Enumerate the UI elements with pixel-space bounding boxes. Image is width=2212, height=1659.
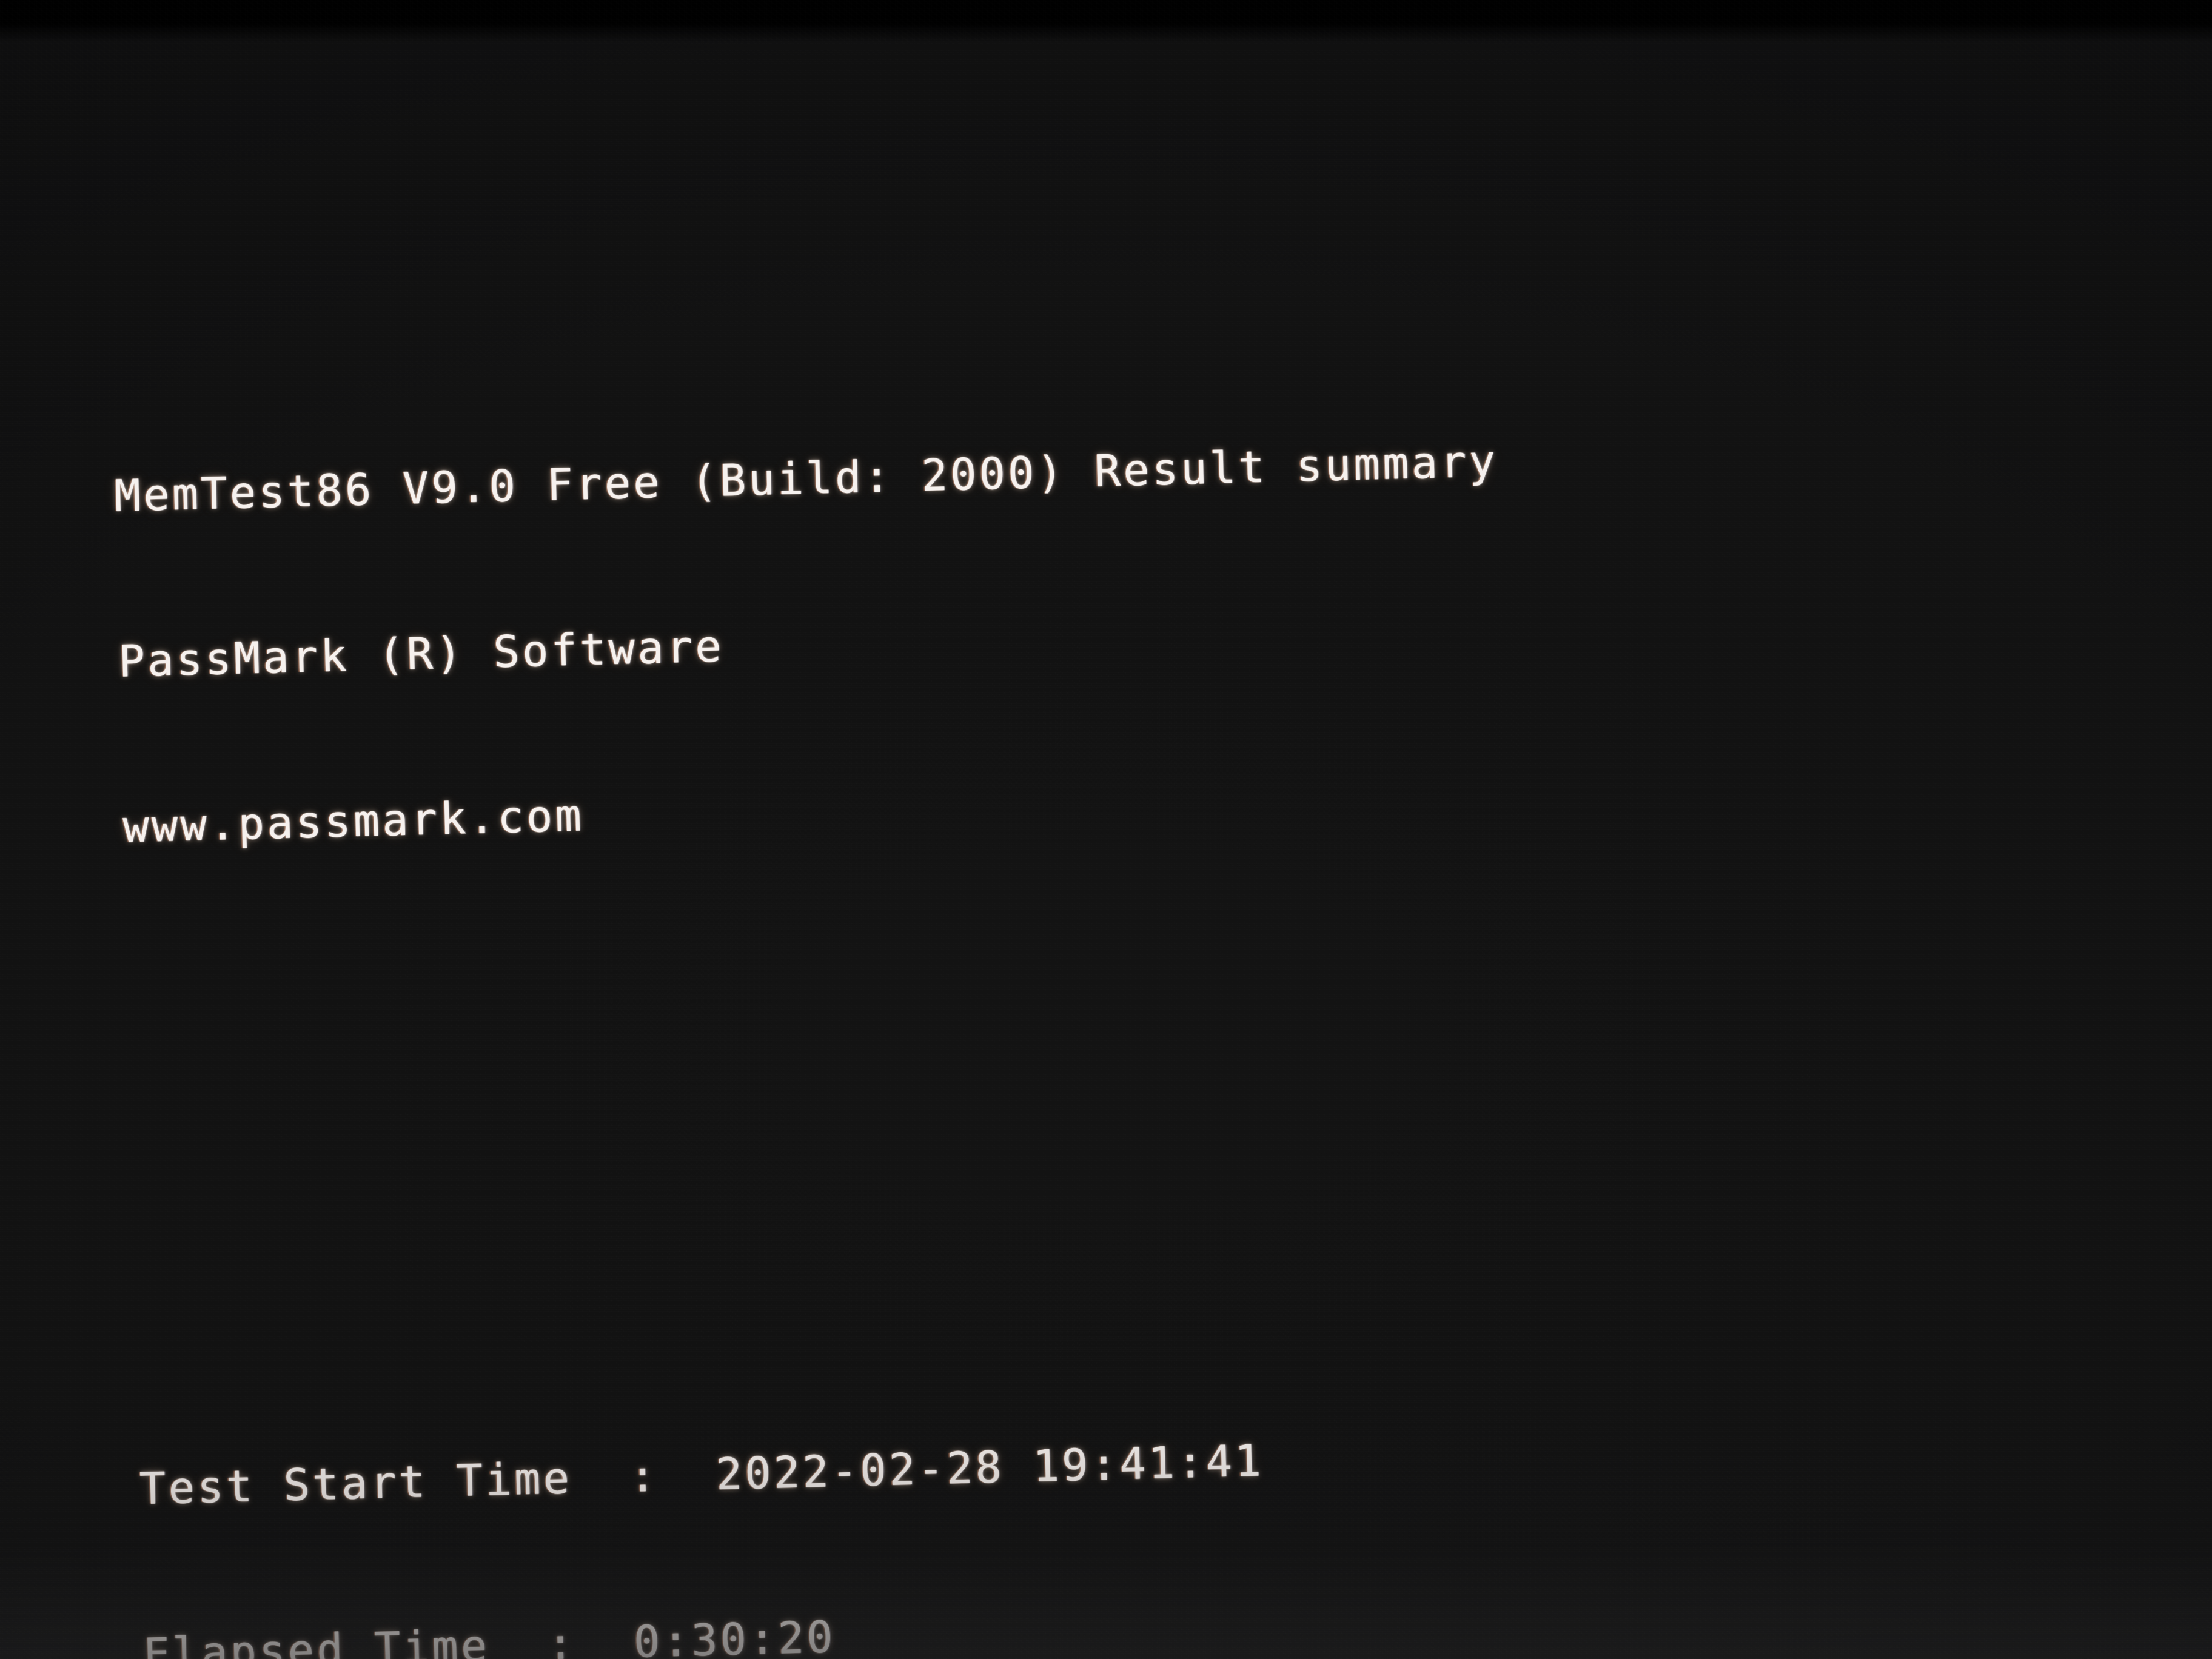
spacer-after-header	[130, 1082, 2034, 1185]
memtest86-result-screen: MemTest86 V9.0 Free (Build: 2000) Result…	[0, 0, 2212, 1659]
test-start-time-row: Test Start Time : 2022-02-28 19:41:41	[139, 1435, 1264, 1515]
header-block: MemTest86 V9.0 Free (Build: 2000) Result…	[111, 310, 2028, 965]
console-text-block: MemTest86 V9.0 Free (Build: 2000) Result…	[107, 145, 2142, 1659]
app-title: MemTest86 V9.0 Free (Build: 2000) Result…	[113, 435, 1499, 521]
vendor-website: www.passmark.com	[122, 789, 585, 853]
vendor-name: PassMark (R) Software	[118, 620, 725, 687]
summary-block: Test Start Time : 2022-02-28 19:41:41 El…	[136, 1303, 2066, 1659]
elapsed-time-row: Elapsed Time : 0:30:20	[142, 1611, 836, 1659]
screen-top-bezel	[0, 0, 2212, 42]
